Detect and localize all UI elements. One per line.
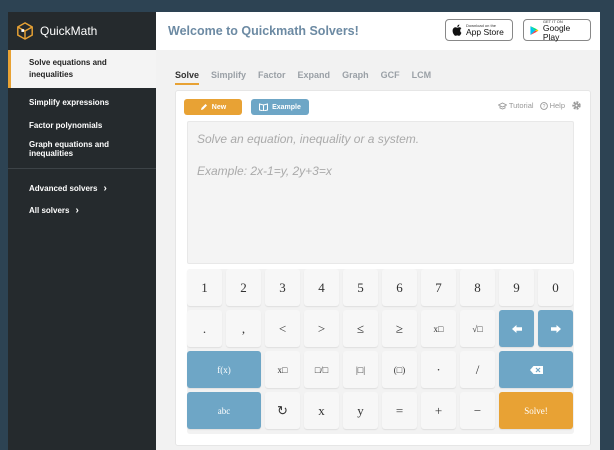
app-store-button[interactable]: Download on the App Store xyxy=(445,19,513,41)
key-comma[interactable]: , xyxy=(226,310,261,347)
graduation-cap-icon xyxy=(497,101,507,109)
chevron-right-icon: › xyxy=(75,204,79,216)
key-parentheses[interactable]: (□) xyxy=(382,351,417,388)
key-plus[interactable]: + xyxy=(421,392,456,429)
key-less-equal[interactable]: ≤ xyxy=(343,310,378,347)
cube-logo-icon xyxy=(17,22,33,40)
tab-lcm[interactable]: LCM xyxy=(412,70,432,85)
sidebar-item-label: Solve equations and inequalities xyxy=(29,58,107,79)
solve-button[interactable]: Solve! xyxy=(499,392,573,429)
sidebar-item-label: All solvers xyxy=(29,205,70,215)
backspace-icon xyxy=(529,365,543,374)
solver-panel: New Example Tutorial ? Help Solve an equ… xyxy=(175,90,591,446)
sidebar: QuickMath Solve equations and inequaliti… xyxy=(8,12,156,450)
help-icon: ? xyxy=(539,101,548,110)
key-decimal[interactable]: . xyxy=(187,310,222,347)
tab-graph[interactable]: Graph xyxy=(342,70,369,85)
google-play-icon xyxy=(530,25,539,35)
solver-tabs: Solve Simplify Factor Expand Graph GCF L… xyxy=(175,70,443,85)
logo-text: QuickMath xyxy=(40,24,98,38)
key-0[interactable]: 0 xyxy=(538,269,573,306)
key-6[interactable]: 6 xyxy=(382,269,417,306)
key-equals[interactable]: = xyxy=(382,392,417,429)
sidebar-item-label: Advanced solvers xyxy=(29,183,98,193)
example-button[interactable]: Example xyxy=(251,99,309,115)
sidebar-divider xyxy=(8,168,156,169)
example-button-label: Example xyxy=(272,103,301,111)
key-fraction[interactable]: □/□ xyxy=(304,351,339,388)
key-divide[interactable]: / xyxy=(460,351,495,388)
key-multiply[interactable]: · xyxy=(421,351,456,388)
key-7[interactable]: 7 xyxy=(421,269,456,306)
app-store-big-text: App Store xyxy=(466,27,504,37)
key-9[interactable]: 9 xyxy=(499,269,534,306)
tutorial-link[interactable]: Tutorial xyxy=(497,101,534,110)
sidebar-item-label: Factor polynomials xyxy=(29,121,103,130)
key-minus[interactable]: − xyxy=(460,392,495,429)
key-y[interactable]: y xyxy=(343,392,378,429)
google-play-button[interactable]: GET IT ON Google Play xyxy=(523,19,591,41)
key-x[interactable]: x xyxy=(304,392,339,429)
key-less-than[interactable]: < xyxy=(265,310,300,347)
tab-simplify[interactable]: Simplify xyxy=(211,70,246,85)
sidebar-item-solve[interactable]: Solve equations and inequalities xyxy=(8,50,156,88)
apple-icon xyxy=(452,24,462,36)
input-example: Example: 2x-1=y, 2y+3=x xyxy=(197,164,332,178)
header: Welcome to Quickmath Solvers! Download o… xyxy=(156,12,600,50)
tutorial-label: Tutorial xyxy=(508,101,534,110)
sidebar-item-simplify[interactable]: Simplify expressions xyxy=(8,91,156,114)
new-button[interactable]: New xyxy=(184,99,242,115)
sidebar-item-factor[interactable]: Factor polynomials xyxy=(8,114,156,137)
arrow-right-icon xyxy=(550,324,561,333)
gear-icon[interactable] xyxy=(571,100,582,111)
key-sqrt[interactable]: √□ xyxy=(460,310,495,347)
panel-tools: Tutorial ? Help xyxy=(497,100,582,111)
help-link[interactable]: ? Help xyxy=(539,101,565,110)
key-greater-than[interactable]: > xyxy=(304,310,339,347)
sidebar-item-all[interactable]: All solvers › xyxy=(8,199,156,221)
chevron-right-icon: › xyxy=(103,182,107,194)
key-2[interactable]: 2 xyxy=(226,269,261,306)
sidebar-item-label: Graph equations and inequalities xyxy=(29,139,110,158)
key-5[interactable]: 5 xyxy=(343,269,378,306)
tab-expand[interactable]: Expand xyxy=(298,70,331,85)
input-placeholder: Solve an equation, inequality or a syste… xyxy=(197,132,420,146)
google-play-big-text: Google Play xyxy=(542,22,571,42)
new-button-label: New xyxy=(211,103,227,111)
main-content: Welcome to Quickmath Solvers! Download o… xyxy=(156,12,600,450)
tab-solve[interactable]: Solve xyxy=(175,70,200,85)
page-title: Welcome to Quickmath Solvers! xyxy=(168,24,359,38)
sidebar-item-label: Simplify expressions xyxy=(29,98,110,107)
sidebar-item-graph[interactable]: Graph equations and inequalities xyxy=(8,137,156,160)
key-greater-equal[interactable]: ≥ xyxy=(382,310,417,347)
tab-gcf[interactable]: GCF xyxy=(381,70,400,85)
equation-input[interactable]: Solve an equation, inequality or a syste… xyxy=(187,121,574,264)
rotate-button[interactable]: ↻ xyxy=(265,392,300,429)
key-4[interactable]: 4 xyxy=(304,269,339,306)
tab-factor[interactable]: Factor xyxy=(258,70,286,85)
alphabet-button[interactable]: abc xyxy=(187,392,261,429)
key-power[interactable]: x□ xyxy=(421,310,456,347)
sidebar-item-advanced[interactable]: Advanced solvers › xyxy=(8,177,156,199)
cursor-right-button[interactable] xyxy=(538,310,573,347)
keypad: 1 2 3 4 5 6 7 8 9 0 . , < > ≤ ≥ x□ √□ f(… xyxy=(187,269,574,434)
key-8[interactable]: 8 xyxy=(460,269,495,306)
key-subscript[interactable]: x□ xyxy=(265,351,300,388)
backspace-button[interactable] xyxy=(499,351,573,388)
svg-text:?: ? xyxy=(542,103,545,109)
arrow-left-icon xyxy=(511,324,522,333)
key-absolute[interactable]: |□| xyxy=(343,351,378,388)
key-3[interactable]: 3 xyxy=(265,269,300,306)
key-1[interactable]: 1 xyxy=(187,269,222,306)
book-icon xyxy=(259,103,269,111)
logo[interactable]: QuickMath xyxy=(8,12,156,50)
functions-button[interactable]: f(x) xyxy=(187,351,261,388)
pencil-icon xyxy=(200,104,207,110)
help-label: Help xyxy=(549,101,565,110)
cursor-left-button[interactable] xyxy=(499,310,534,347)
